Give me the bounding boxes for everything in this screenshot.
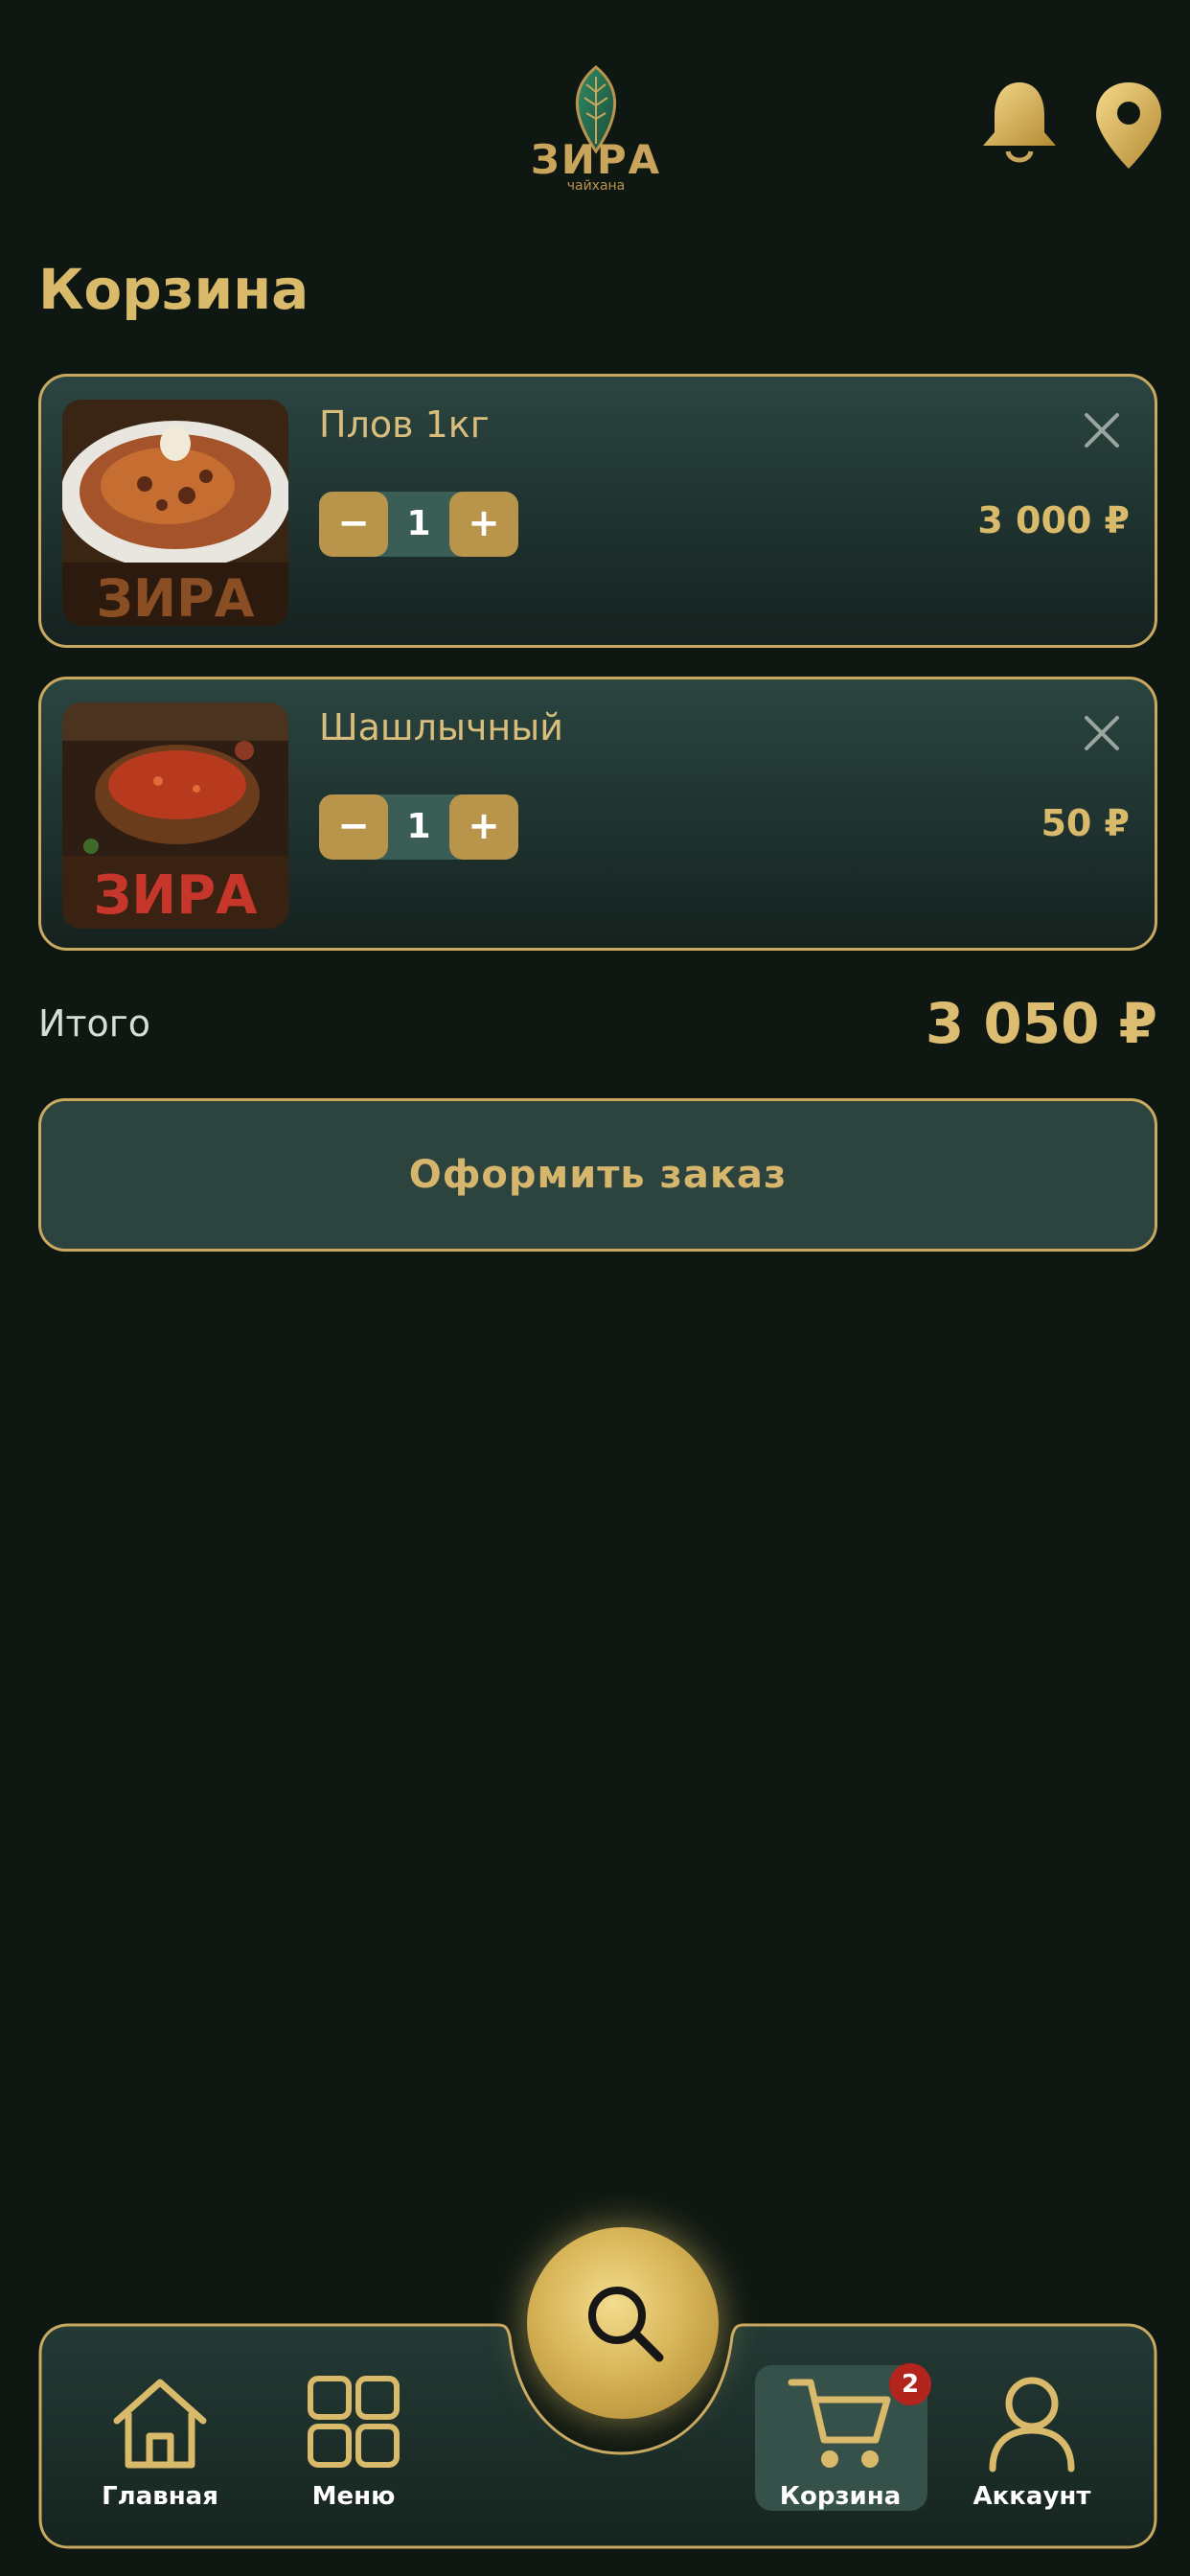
brand-logo: ЗИРА чайхана [529, 59, 663, 194]
decrease-button[interactable]: − [319, 794, 388, 860]
tab-label: Меню [311, 2482, 396, 2511]
tab-label: Главная [102, 2482, 218, 2511]
tab-menu[interactable]: Меню [282, 2373, 425, 2536]
total-value: 3 050 ₽ [925, 991, 1157, 1056]
tab-cart[interactable]: Корзина [768, 2373, 912, 2536]
item-price: 3 000 ₽ [977, 499, 1130, 541]
tab-account[interactable]: Аккаунт [960, 2373, 1104, 2536]
quantity-stepper: − 1 + [319, 492, 518, 557]
tab-home[interactable]: Главная [88, 2373, 232, 2536]
checkout-button[interactable]: Оформить заказ [38, 1098, 1157, 1252]
item-name: Шашлычный [319, 706, 563, 748]
tab-label: Аккаунт [973, 2482, 1091, 2511]
bell-icon[interactable] [977, 79, 1062, 165]
logo-subtitle: чайхана [566, 178, 626, 194]
search-icon [588, 2287, 664, 2362]
user-icon [989, 2377, 1075, 2472]
page-title: Корзина [38, 257, 309, 322]
close-icon[interactable] [1081, 712, 1123, 754]
cart-item: ЗИРА Плов 1кг − 1 + 3 000 ₽ [38, 374, 1157, 648]
tab-label: Корзина [779, 2482, 902, 2511]
close-icon[interactable] [1081, 409, 1123, 451]
quantity-value: 1 [406, 807, 431, 846]
decrease-button[interactable]: − [319, 492, 388, 557]
increase-button[interactable]: + [449, 492, 518, 557]
sauce-photo: ЗИРА [62, 702, 288, 929]
header: ЗИРА чайхана [0, 0, 1190, 220]
quantity-value: 1 [406, 504, 431, 543]
item-price: 50 ₽ [1041, 802, 1130, 844]
total-label: Итого [38, 1002, 151, 1045]
grid-icon [308, 2376, 400, 2468]
home-icon [113, 2379, 207, 2469]
logo-wordmark: ЗИРА [530, 136, 662, 183]
cart-icon [788, 2379, 891, 2468]
quantity-stepper: − 1 + [319, 794, 518, 860]
increase-button[interactable]: + [449, 794, 518, 860]
map-pin-icon[interactable] [1092, 79, 1165, 171]
item-name: Плов 1кг [319, 403, 490, 446]
svg-text:ЗИРА: ЗИРА [97, 568, 255, 626]
plov-photo: ЗИРА [62, 400, 288, 626]
search-button[interactable] [527, 2227, 719, 2419]
cart-item: ЗИРА Шашлычный − 1 + 50 ₽ [38, 677, 1157, 951]
svg-text:ЗИРА: ЗИРА [93, 864, 258, 927]
cart-count-badge: 2 [889, 2363, 931, 2405]
